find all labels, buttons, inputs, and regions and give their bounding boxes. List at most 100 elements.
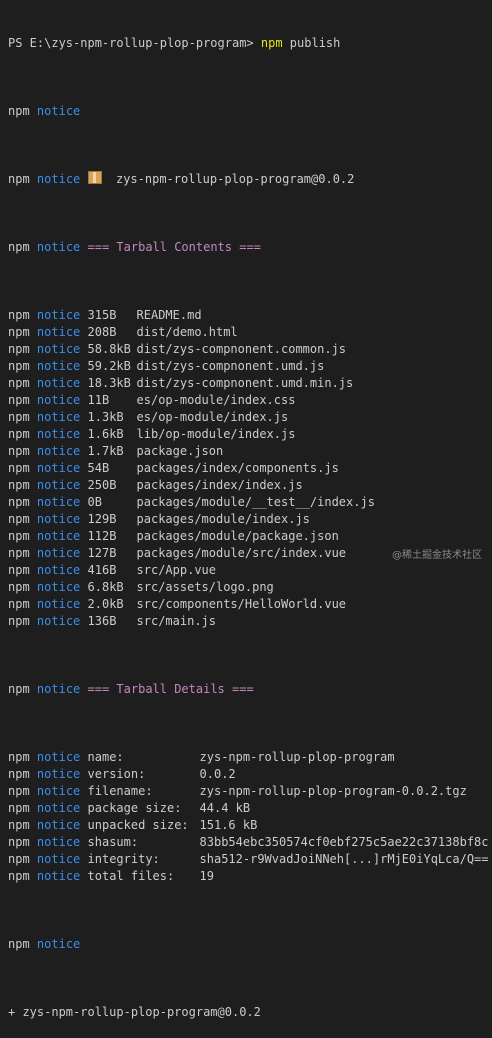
log-prefix: npm [8,495,30,509]
file-size: 1.3kB [87,410,124,424]
file-path: packages/index/components.js [136,461,339,475]
detail-row: npm notice package size: 44.4 kB [8,800,492,817]
file-row: npm notice 0B packages/module/__test__/in… [8,494,492,511]
file-size: 2.0kB [87,597,124,611]
log-level: notice [36,852,81,866]
file-path: dist/zys-compnonent.common.js [136,342,347,356]
log-level: notice [36,784,81,798]
file-size: 112B [87,529,117,543]
log-line-details-heading: npm notice === Tarball Details === [8,681,492,698]
file-path: package.json [136,444,224,458]
file-path: packages/module/src/index.vue [136,546,347,560]
file-path: dist/demo.html [136,325,238,339]
log-level: notice [36,325,81,339]
log-level: notice [36,869,81,883]
command-line: PS E:\zys-npm-rollup-plop-program> npm p… [8,35,492,52]
log-level: notice [36,461,81,475]
log-level: notice [36,835,81,849]
file-row: npm notice 2.0kB src/components/HelloWorl… [8,596,492,613]
log-prefix: npm [8,240,30,254]
file-path: packages/module/__test__/index.js [136,495,375,509]
file-row: npm notice 58.8kB dist/zys-compnonent.com… [8,341,492,358]
details-list: npm notice name: zys-npm-rollup-plop-prog… [8,749,492,885]
tarball-details-heading: === Tarball Details === [87,682,254,696]
command-executable: npm [260,36,283,50]
log-level: notice [36,750,81,764]
log-level: notice [36,818,81,832]
package-line: zys-npm-rollup-plop-program@0.0.2 [115,172,355,186]
detail-value: 0.0.2 [199,767,236,781]
log-level: notice [36,444,81,458]
file-size: 315B [87,308,117,322]
file-size: 416B [87,563,117,577]
log-prefix: npm [8,393,30,407]
detail-row: npm notice integrity: sha512-r9WvadJoiNNe… [8,851,492,868]
log-level: notice [36,563,81,577]
watermark: @稀土掘金技术社区 [392,550,482,561]
log-level: notice [36,342,81,356]
log-prefix: npm [8,478,30,492]
log-prefix: npm [8,546,30,560]
file-path: packages/module/package.json [136,529,339,543]
log-line-contents-heading: npm notice === Tarball Contents === [8,239,492,256]
file-size: 1.6kB [87,427,124,441]
log-level: notice [36,682,81,696]
log-level: notice [36,529,81,543]
file-path: packages/index/index.js [136,478,303,492]
log-prefix: npm [8,461,30,475]
detail-key: unpacked size: [87,818,189,832]
publish-result: + zys-npm-rollup-plop-program@0.0.2 [8,1005,261,1019]
detail-key: package size: [87,801,182,815]
file-row: npm notice 315B README.md [8,307,492,324]
detail-key: integrity: [87,852,160,866]
log-level: notice [36,597,81,611]
file-path: src/main.js [136,614,216,628]
log-line-empty: npm notice [8,936,492,953]
log-level: notice [36,614,81,628]
log-prefix: npm [8,597,30,611]
file-row: npm notice 54B packages/index/components.… [8,460,492,477]
log-prefix: npm [8,682,30,696]
log-level: notice [36,546,81,560]
log-prefix: npm [8,410,30,424]
log-prefix: npm [8,852,30,866]
detail-row: npm notice total files: 19 [8,868,492,885]
log-level: notice [36,801,81,815]
detail-value: 44.4 kB [199,801,251,815]
log-level: notice [36,580,81,594]
terminal-output[interactable]: PS E:\zys-npm-rollup-plop-program> npm p… [8,1,492,1038]
file-path: es/op-module/index.css [136,393,296,407]
file-row: npm notice 129B packages/module/index.js [8,511,492,528]
file-size: 1.7kB [87,444,124,458]
detail-row: npm notice shasum: 83bb54ebc350574cf0ebf2… [8,834,492,851]
file-path: lib/op-module/index.js [136,427,296,441]
detail-key: version: [87,767,146,781]
log-level: notice [36,512,81,526]
log-level: notice [36,172,81,186]
log-level: notice [36,376,81,390]
file-path: src/assets/logo.png [136,580,274,594]
log-prefix: npm [8,376,30,390]
detail-row: npm notice filename: zys-npm-rollup-plop-… [8,783,492,800]
file-row: npm notice 250B packages/index/index.js [8,477,492,494]
file-size: 0B [87,495,102,509]
file-size: 54B [87,461,110,475]
detail-row: npm notice name: zys-npm-rollup-plop-prog… [8,749,492,766]
log-prefix: npm [8,784,30,798]
file-size: 127B [87,546,117,560]
file-row: npm notice 6.8kB src/assets/logo.png [8,579,492,596]
file-path: packages/module/index.js [136,512,310,526]
log-level: notice [36,767,81,781]
file-size: 18.3kB [87,376,131,390]
file-row: npm notice 416B src/App.vue [8,562,492,579]
log-prefix: npm [8,342,30,356]
log-prefix: npm [8,835,30,849]
file-list: npm notice 315B README.md npm notice 208B d… [8,307,492,630]
log-prefix: npm [8,325,30,339]
log-line-package: npm notice zys-npm-rollup-plop-program@0… [8,171,492,188]
log-prefix: npm [8,580,30,594]
file-row: npm notice 208B dist/demo.html [8,324,492,341]
log-prefix: npm [8,869,30,883]
file-row: npm notice 11B es/op-module/index.css [8,392,492,409]
file-path: es/op-module/index.js [136,410,289,424]
